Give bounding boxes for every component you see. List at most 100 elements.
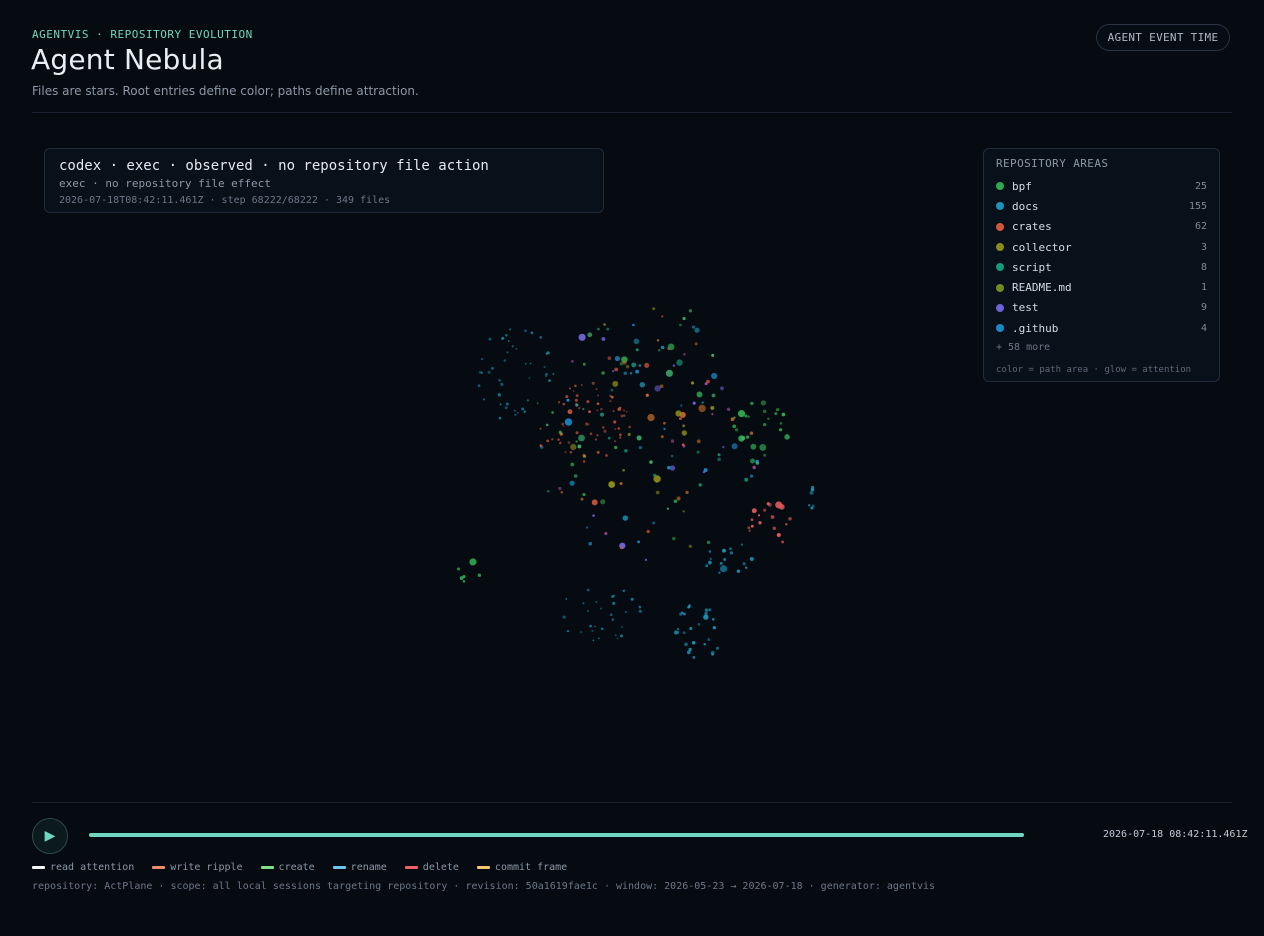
- file-star[interactable]: [652, 521, 656, 525]
- area-row-script[interactable]: script 8: [996, 257, 1207, 277]
- file-star[interactable]: [670, 454, 674, 458]
- file-star[interactable]: [663, 421, 666, 425]
- file-star[interactable]: [781, 412, 786, 417]
- file-star[interactable]: [575, 394, 579, 398]
- file-star[interactable]: [716, 646, 719, 650]
- file-star[interactable]: [762, 409, 767, 414]
- file-star[interactable]: [573, 474, 578, 478]
- file-star[interactable]: [740, 543, 744, 546]
- file-star[interactable]: [638, 605, 642, 609]
- file-star[interactable]: [653, 475, 661, 483]
- file-star[interactable]: [676, 359, 683, 366]
- file-star[interactable]: [748, 529, 751, 532]
- file-star[interactable]: [582, 460, 586, 463]
- file-star[interactable]: [614, 356, 620, 362]
- file-star[interactable]: [723, 558, 727, 561]
- file-star[interactable]: [511, 345, 514, 348]
- file-star[interactable]: [767, 417, 770, 421]
- file-star[interactable]: [505, 402, 509, 406]
- file-star[interactable]: [755, 461, 759, 465]
- file-star[interactable]: [612, 601, 616, 605]
- file-star[interactable]: [606, 327, 610, 331]
- file-star[interactable]: [487, 370, 491, 374]
- file-star[interactable]: [672, 536, 676, 541]
- file-star[interactable]: [711, 372, 718, 380]
- file-star[interactable]: [644, 362, 650, 368]
- file-star[interactable]: [710, 405, 715, 410]
- file-star[interactable]: [635, 348, 639, 352]
- file-star[interactable]: [757, 514, 761, 517]
- file-star[interactable]: [660, 435, 664, 439]
- file-star[interactable]: [609, 613, 613, 617]
- file-star[interactable]: [655, 490, 660, 495]
- file-star[interactable]: [676, 496, 681, 501]
- file-star[interactable]: [613, 440, 617, 443]
- file-star[interactable]: [681, 611, 684, 614]
- file-star[interactable]: [808, 504, 811, 507]
- area-row-test[interactable]: test 9: [996, 298, 1207, 318]
- file-star[interactable]: [652, 307, 656, 311]
- file-star[interactable]: [503, 359, 507, 362]
- file-star[interactable]: [539, 444, 543, 447]
- file-star[interactable]: [523, 410, 526, 413]
- file-star[interactable]: [600, 627, 604, 631]
- file-star[interactable]: [574, 384, 577, 388]
- file-star[interactable]: [711, 393, 716, 398]
- file-star[interactable]: [567, 441, 571, 444]
- file-star[interactable]: [702, 470, 706, 474]
- file-star[interactable]: [768, 503, 772, 507]
- file-star[interactable]: [712, 626, 716, 630]
- file-star[interactable]: [497, 393, 501, 397]
- file-star[interactable]: [603, 323, 607, 326]
- file-star[interactable]: [609, 400, 612, 403]
- file-star[interactable]: [582, 492, 586, 497]
- file-star[interactable]: [525, 363, 527, 365]
- file-star[interactable]: [504, 333, 508, 337]
- file-star[interactable]: [498, 416, 502, 420]
- file-star[interactable]: [763, 453, 767, 457]
- file-star[interactable]: [678, 417, 682, 421]
- file-star[interactable]: [600, 408, 603, 411]
- play-button[interactable]: ▶: [32, 818, 68, 854]
- file-star[interactable]: [639, 381, 646, 388]
- file-star[interactable]: [708, 560, 712, 565]
- file-star[interactable]: [601, 337, 606, 341]
- file-star[interactable]: [571, 360, 574, 363]
- file-star[interactable]: [551, 438, 554, 441]
- file-star[interactable]: [588, 410, 592, 413]
- file-star[interactable]: [592, 514, 595, 517]
- file-star[interactable]: [570, 443, 577, 451]
- file-star[interactable]: [709, 557, 712, 560]
- file-star[interactable]: [578, 434, 585, 442]
- file-star[interactable]: [666, 507, 670, 510]
- file-star[interactable]: [582, 602, 585, 605]
- file-star[interactable]: [744, 477, 749, 482]
- file-star[interactable]: [763, 422, 767, 427]
- file-star[interactable]: [785, 523, 788, 526]
- file-star[interactable]: [619, 634, 624, 638]
- file-star[interactable]: [539, 335, 543, 339]
- file-star[interactable]: [585, 526, 589, 529]
- file-star[interactable]: [631, 362, 637, 368]
- file-star[interactable]: [661, 315, 664, 318]
- file-star[interactable]: [629, 372, 633, 375]
- file-star[interactable]: [586, 609, 590, 613]
- file-star[interactable]: [597, 637, 600, 640]
- file-star[interactable]: [491, 367, 494, 370]
- file-star[interactable]: [566, 629, 570, 633]
- file-star[interactable]: [744, 414, 748, 418]
- file-star[interactable]: [572, 390, 575, 393]
- file-star[interactable]: [619, 436, 622, 439]
- file-star[interactable]: [592, 639, 595, 642]
- area-row-crates[interactable]: crates 62: [996, 217, 1207, 237]
- file-star[interactable]: [741, 436, 746, 441]
- file-star[interactable]: [628, 425, 632, 429]
- file-star[interactable]: [514, 413, 517, 417]
- file-star[interactable]: [676, 627, 680, 631]
- file-star[interactable]: [704, 611, 708, 616]
- file-star[interactable]: [637, 540, 640, 544]
- file-star[interactable]: [622, 589, 625, 592]
- areas-more-link[interactable]: + 58 more: [996, 342, 1207, 353]
- file-star[interactable]: [744, 566, 748, 569]
- file-star[interactable]: [682, 444, 686, 448]
